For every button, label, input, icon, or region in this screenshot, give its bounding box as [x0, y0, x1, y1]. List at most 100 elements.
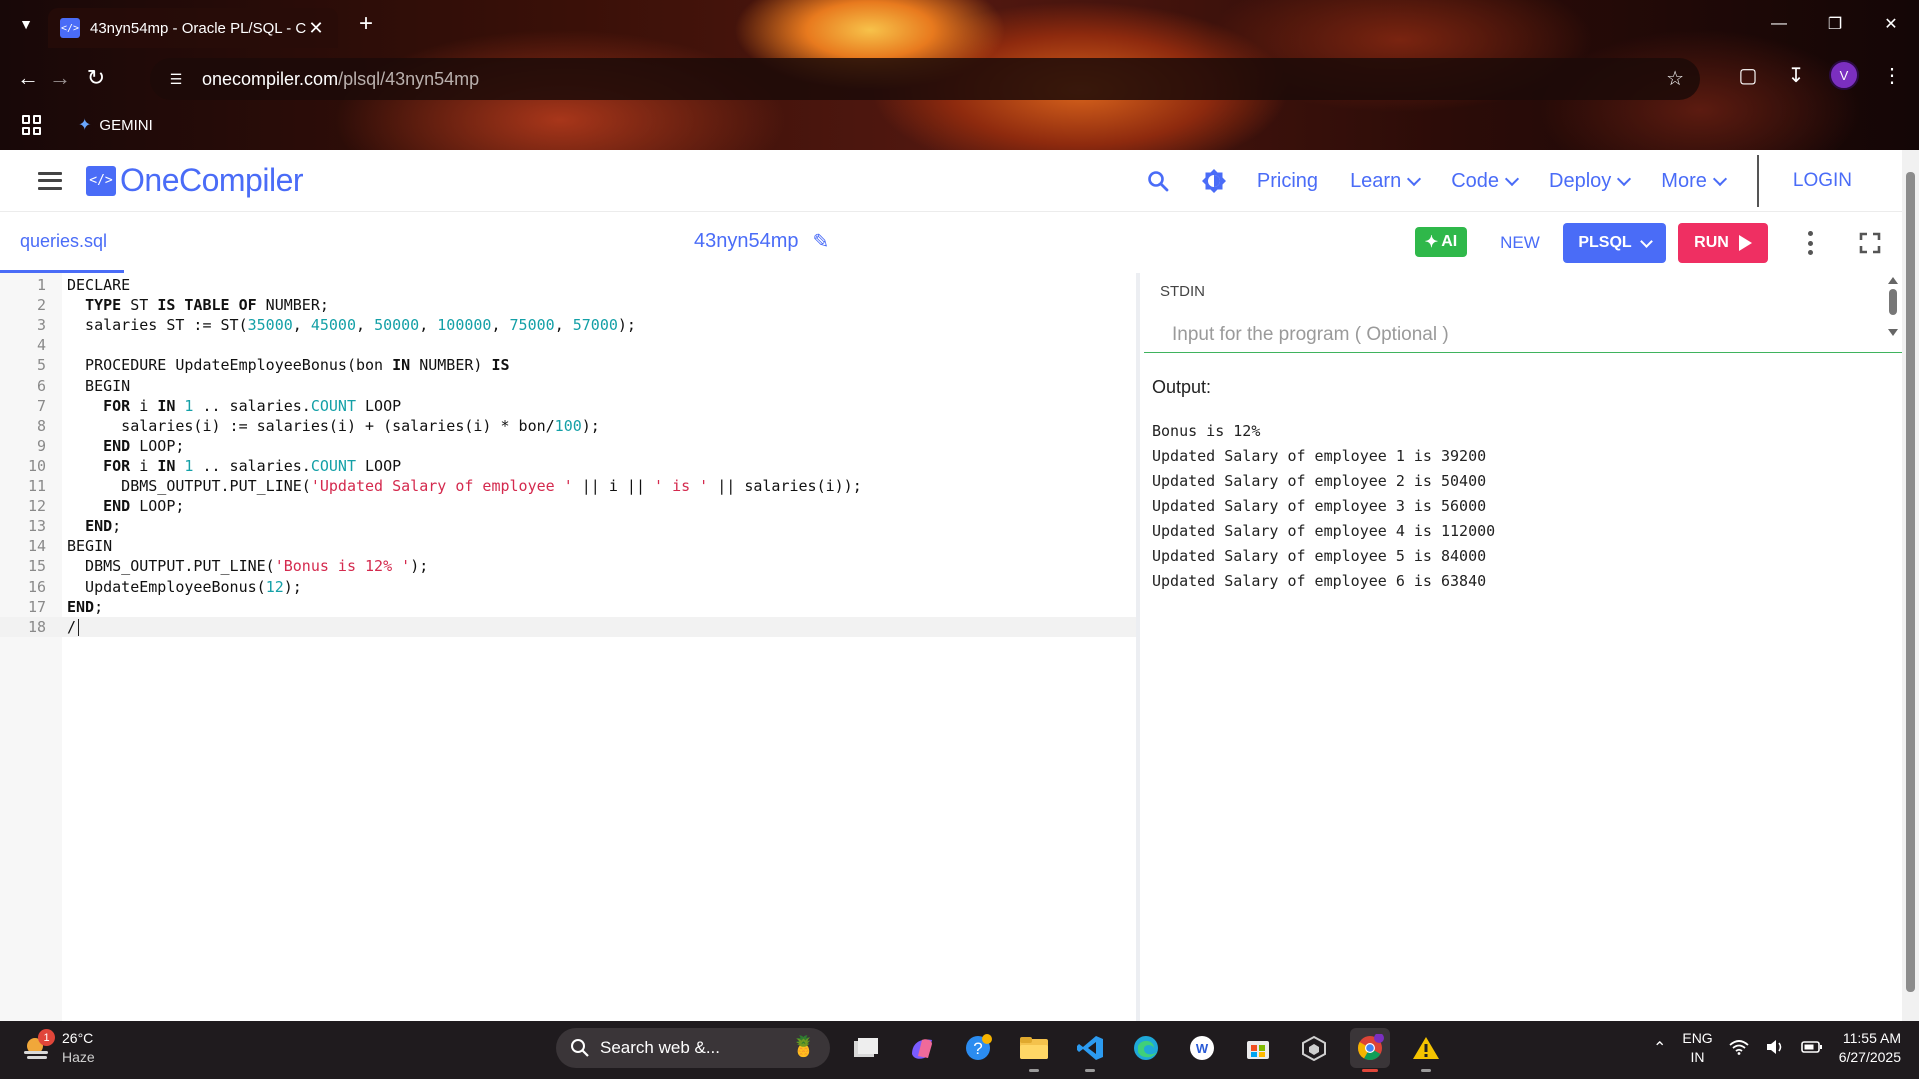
code-line[interactable]: 1 DECLARE: [0, 275, 1136, 295]
edge-icon[interactable]: [1126, 1028, 1166, 1068]
code-text[interactable]: DBMS_OUTPUT.PUT_LINE('Updated Salary of …: [67, 476, 862, 496]
code-text[interactable]: BEGIN: [67, 376, 130, 396]
theme-toggle-icon[interactable]: [1201, 168, 1227, 194]
page-scrollbar-thumb[interactable]: [1906, 172, 1915, 992]
copilot-icon[interactable]: [902, 1028, 942, 1068]
new-button[interactable]: NEW: [1490, 227, 1550, 259]
more-options-icon[interactable]: [1800, 231, 1820, 255]
code-line[interactable]: 2 TYPE ST IS TABLE OF NUMBER;: [0, 295, 1136, 315]
clock[interactable]: 11:55 AM 6/27/2025: [1839, 1029, 1901, 1067]
hamburger-menu-icon[interactable]: [38, 171, 62, 190]
url-text[interactable]: onecompiler.com/plsql/43nyn54mp: [202, 69, 479, 90]
code-text[interactable]: TYPE ST IS TABLE OF NUMBER;: [67, 295, 329, 315]
nav-more[interactable]: More: [1661, 170, 1727, 193]
code-line[interactable]: 13 END;: [0, 516, 1136, 536]
minimize-button[interactable]: —: [1751, 0, 1807, 48]
taskbar-search[interactable]: Search web &... 🍍: [556, 1028, 830, 1068]
code-text[interactable]: DECLARE: [67, 275, 130, 295]
tab-search-button[interactable]: ▼: [14, 12, 38, 36]
nav-pricing[interactable]: Pricing: [1257, 170, 1318, 193]
code-text[interactable]: FOR i IN 1 .. salaries.COUNT LOOP: [67, 396, 401, 416]
code-line[interactable]: 5 PROCEDURE UpdateEmployeeBonus(bon IN N…: [0, 355, 1136, 375]
address-bar[interactable]: ☰ onecompiler.com/plsql/43nyn54mp ☆: [150, 58, 1700, 100]
stdin-input[interactable]: [1144, 317, 1902, 353]
edit-pencil-icon[interactable]: ✎: [813, 229, 830, 254]
weather-widget[interactable]: 1 26°C Haze: [22, 1029, 95, 1067]
code-text[interactable]: FOR i IN 1 .. salaries.COUNT LOOP: [67, 456, 401, 476]
code-line[interactable]: 11 DBMS_OUTPUT.PUT_LINE('Updated Salary …: [0, 476, 1136, 496]
document-title[interactable]: 43nyn54mp ✎: [694, 229, 829, 254]
bookmark-gemini[interactable]: ✦ GEMINI: [78, 115, 153, 135]
code-line[interactable]: 10 FOR i IN 1 .. salaries.COUNT LOOP: [0, 456, 1136, 476]
code-text[interactable]: salaries ST := ST(35000, 45000, 50000, 1…: [67, 315, 636, 335]
fullscreen-icon[interactable]: [1858, 231, 1882, 255]
file-explorer-icon[interactable]: [1014, 1028, 1054, 1072]
code-text[interactable]: salaries(i) := salaries(i) + (salaries(i…: [67, 416, 600, 436]
search-icon[interactable]: [1145, 168, 1171, 194]
page-scrollbar[interactable]: [1902, 150, 1919, 1021]
site-logo[interactable]: </> OneCompiler: [86, 162, 304, 199]
code-line[interactable]: 16 UpdateEmployeeBonus(12);: [0, 577, 1136, 597]
close-window-button[interactable]: ✕: [1863, 0, 1919, 48]
code-line[interactable]: 7 FOR i IN 1 .. salaries.COUNT LOOP: [0, 396, 1136, 416]
run-button[interactable]: RUN: [1678, 223, 1768, 263]
site-info-icon[interactable]: ☰: [164, 67, 188, 91]
apps-grid-icon[interactable]: [22, 115, 42, 135]
nav-learn[interactable]: Learn: [1350, 170, 1422, 193]
windows-start-icon[interactable]: [500, 1028, 540, 1068]
browser-tab[interactable]: </> 43nyn54mp - Oracle PL/SQL - C ✕: [48, 8, 338, 48]
get-help-icon[interactable]: ?: [958, 1028, 998, 1068]
volume-icon[interactable]: [1765, 1039, 1785, 1058]
vscode-icon[interactable]: [1070, 1028, 1110, 1072]
code-line[interactable]: 3 salaries ST := ST(35000, 45000, 50000,…: [0, 315, 1136, 335]
code-text[interactable]: BEGIN: [67, 536, 112, 556]
code-line[interactable]: 18 /: [0, 616, 1136, 637]
chevron-up-icon[interactable]: ⌃: [1653, 1038, 1666, 1058]
code-line[interactable]: 6 BEGIN: [0, 376, 1136, 396]
code-line[interactable]: 9 END LOOP;: [0, 436, 1136, 456]
package-app-icon[interactable]: [1294, 1028, 1334, 1068]
task-view-icon[interactable]: [846, 1028, 886, 1068]
login-link[interactable]: LOGIN: [1793, 170, 1852, 192]
stdin-scrollbar[interactable]: [1884, 273, 1902, 353]
chrome-icon[interactable]: [1350, 1028, 1390, 1072]
code-line[interactable]: 8 salaries(i) := salaries(i) + (salaries…: [0, 416, 1136, 436]
restore-button[interactable]: ❐: [1807, 0, 1863, 48]
wifi-icon[interactable]: [1729, 1039, 1749, 1058]
code-text[interactable]: END;: [67, 516, 121, 536]
gemini-sparkle-icon: ✦: [78, 117, 92, 134]
code-text[interactable]: DBMS_OUTPUT.PUT_LINE('Bonus is 12% ');: [67, 556, 428, 576]
language-indicator[interactable]: ENG IN: [1682, 1029, 1712, 1067]
code-text[interactable]: END LOOP;: [67, 436, 184, 456]
file-tab[interactable]: queries.sql: [0, 213, 124, 273]
warning-app-icon[interactable]: [1406, 1028, 1446, 1072]
extensions-icon[interactable]: ▢: [1733, 60, 1763, 90]
code-line[interactable]: 17 END;: [0, 597, 1136, 617]
code-line[interactable]: 12 END LOOP;: [0, 496, 1136, 516]
bookmark-star-icon[interactable]: ☆: [1666, 66, 1684, 91]
word-app-icon[interactable]: W: [1182, 1028, 1222, 1068]
code-line[interactable]: 15 DBMS_OUTPUT.PUT_LINE('Bonus is 12% ')…: [0, 556, 1136, 576]
tab-close-icon[interactable]: ✕: [306, 18, 326, 39]
nav-code[interactable]: Code: [1451, 170, 1520, 193]
code-editor[interactable]: 1 DECLARE 2 TYPE ST IS TABLE OF NUMBER; 3 s…: [0, 273, 1140, 1021]
code-line[interactable]: 4: [0, 335, 1136, 355]
code-text[interactable]: PROCEDURE UpdateEmployeeBonus(bon IN NUM…: [67, 355, 509, 375]
forward-button[interactable]: →: [46, 64, 74, 92]
battery-icon[interactable]: [1800, 1040, 1823, 1057]
profile-avatar[interactable]: V: [1829, 60, 1859, 90]
code-text[interactable]: /: [67, 617, 80, 637]
microsoft-store-icon[interactable]: [1238, 1028, 1278, 1068]
code-text[interactable]: END;: [67, 597, 103, 617]
language-select[interactable]: PLSQL: [1563, 223, 1666, 263]
code-text[interactable]: UpdateEmployeeBonus(12);: [67, 577, 302, 597]
ai-button[interactable]: ✦ AI: [1415, 227, 1467, 257]
new-tab-button[interactable]: +: [352, 10, 380, 38]
back-button[interactable]: ←: [14, 64, 42, 92]
browser-menu-icon[interactable]: ⋮: [1877, 60, 1907, 90]
nav-deploy[interactable]: Deploy: [1549, 170, 1632, 193]
code-text[interactable]: END LOOP;: [67, 496, 184, 516]
code-line[interactable]: 14 BEGIN: [0, 536, 1136, 556]
reload-button[interactable]: ↻: [82, 64, 110, 92]
download-icon[interactable]: ↧: [1781, 60, 1811, 90]
